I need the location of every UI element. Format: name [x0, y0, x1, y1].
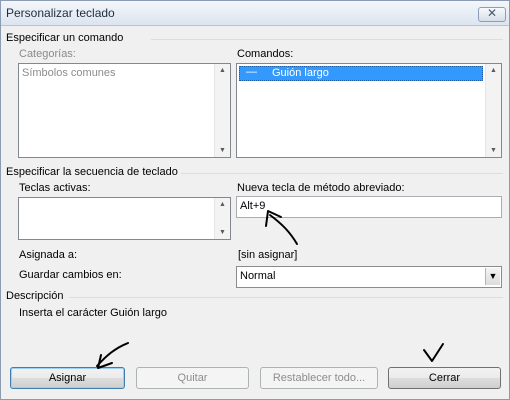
description-text: Inserta el carácter Guión largo: [19, 307, 167, 319]
title-bar: Personalizar teclado ✕: [1, 1, 509, 26]
section-divider: [69, 297, 503, 298]
section-divider: [181, 173, 503, 174]
scroll-down-arrow-icon[interactable]: ▼: [215, 147, 230, 154]
description-heading: Descripción: [6, 290, 64, 302]
commands-label: Comandos:: [237, 48, 294, 60]
reset-all-button-label: Restablecer todo...: [272, 372, 366, 384]
assign-button[interactable]: Asignar: [10, 367, 125, 389]
scroll-down-arrow-icon[interactable]: ▼: [215, 229, 230, 236]
save-in-label: Guardar cambios en:: [19, 269, 122, 281]
key-section-heading: Especificar la secuencia de teclado: [6, 166, 178, 178]
save-in-selected-value: Normal: [240, 270, 276, 282]
commands-scrollbar[interactable]: ▲ ▼: [485, 64, 501, 157]
command-section-heading: Especificar un comando: [6, 32, 124, 44]
scroll-up-arrow-icon[interactable]: ▲: [486, 67, 501, 74]
close-button[interactable]: Cerrar: [388, 367, 501, 389]
dropdown-arrow-icon[interactable]: ▼: [485, 268, 500, 285]
current-keys-label: Teclas activas:: [19, 182, 91, 194]
categories-label: Categorías:: [19, 48, 76, 60]
em-dash-glyph: —: [246, 66, 257, 78]
current-keys-listbox[interactable]: ▲ ▼: [18, 197, 231, 240]
section-divider: [151, 39, 503, 40]
commands-list-item-selected[interactable]: — Guión largo: [239, 66, 483, 81]
customize-keyboard-dialog: Personalizar teclado ✕ Especificar un co…: [0, 0, 510, 400]
categories-listbox[interactable]: Símbolos comunes ▲ ▼: [18, 63, 231, 158]
new-shortcut-key-value: Alt+9: [240, 200, 266, 212]
window-title: Personalizar teclado: [6, 6, 115, 20]
categories-list-item[interactable]: Símbolos comunes: [22, 67, 116, 79]
new-key-label: Nueva tecla de método abreviado:: [237, 182, 405, 194]
assign-button-label: Asignar: [48, 372, 87, 384]
scroll-down-arrow-icon[interactable]: ▼: [486, 147, 501, 154]
remove-button[interactable]: Quitar: [136, 367, 249, 389]
close-icon: ✕: [486, 6, 498, 20]
save-in-dropdown[interactable]: Normal ▼: [236, 266, 502, 288]
close-button-label: Cerrar: [428, 372, 461, 384]
categories-scrollbar[interactable]: ▲ ▼: [214, 64, 230, 157]
scroll-up-arrow-icon[interactable]: ▲: [215, 67, 230, 74]
new-shortcut-key-input[interactable]: Alt+9: [236, 196, 502, 218]
remove-button-label: Quitar: [177, 372, 208, 384]
assigned-to-label: Asignada a:: [19, 249, 78, 261]
current-keys-scrollbar[interactable]: ▲ ▼: [214, 198, 230, 239]
assigned-to-value: [sin asignar]: [238, 249, 298, 261]
scroll-up-arrow-icon[interactable]: ▲: [215, 201, 230, 208]
reset-all-button[interactable]: Restablecer todo...: [260, 367, 378, 389]
commands-listbox[interactable]: — Guión largo ▲ ▼: [236, 63, 502, 158]
close-window-button[interactable]: ✕: [478, 6, 506, 22]
commands-list-item-label: Guión largo: [272, 67, 329, 79]
